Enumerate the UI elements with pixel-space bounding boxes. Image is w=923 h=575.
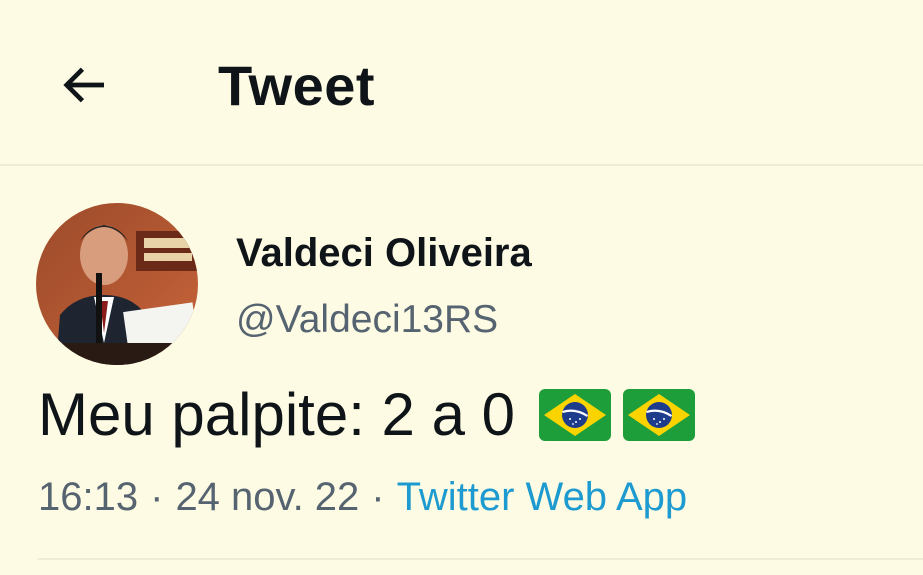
emoji-group <box>527 389 695 441</box>
avatar[interactable] <box>36 203 198 365</box>
arrow-left-icon <box>55 57 111 118</box>
author-display-name[interactable]: Valdeci Oliveira <box>236 228 532 278</box>
tweet-text: Meu palpite: 2 a 0 <box>38 380 695 450</box>
page-title: Tweet <box>218 54 376 117</box>
back-button[interactable] <box>48 52 118 122</box>
author-handle[interactable]: @Valdeci13RS <box>236 296 498 344</box>
tweet-date[interactable]: 24 nov. 22 <box>175 475 359 519</box>
tweet-metadata: 16:13 · 24 nov. 22 · Twitter Web App <box>38 472 687 522</box>
tweet-page: Tweet Valdeci Oliveira @Valdeci13RS Meu … <box>0 0 923 575</box>
tweet-text-content: Meu palpite: 2 a 0 <box>38 381 515 448</box>
divider <box>38 558 923 560</box>
brazil-flag-icon <box>538 389 611 441</box>
tweet-time[interactable]: 16:13 <box>38 475 138 519</box>
separator-dot: · <box>150 475 164 519</box>
tweet-source-link[interactable]: Twitter Web App <box>397 475 688 519</box>
brazil-flag-icon <box>622 389 695 441</box>
top-bar: Tweet <box>0 0 923 166</box>
separator-dot: · <box>371 475 385 519</box>
